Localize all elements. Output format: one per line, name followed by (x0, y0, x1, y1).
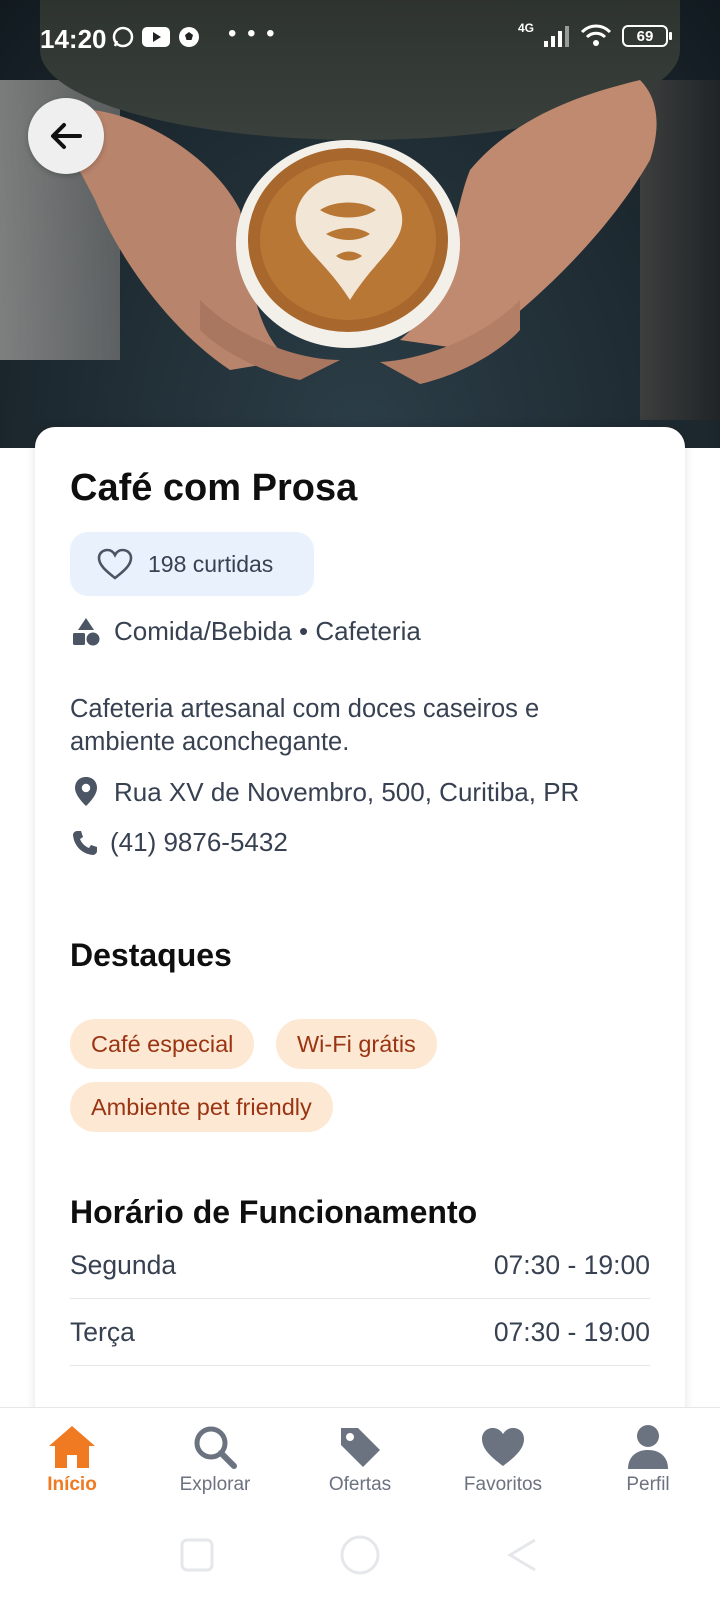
back-system-icon[interactable] (507, 1538, 536, 1572)
signal-icon (544, 26, 569, 47)
status-bar: 14:20 • • • 4G 69 (0, 0, 720, 78)
nav-item-explorar[interactable]: Explorar (155, 1420, 275, 1496)
battery-indicator: 69 (622, 25, 672, 47)
system-navigation-bar (0, 1520, 720, 1600)
home-icon (49, 1426, 95, 1468)
hours-row: Segunda 07:30 - 19:00 (70, 1233, 650, 1299)
highlight-chip: Café especial (70, 1019, 255, 1069)
hours-time: 07:30 - 19:00 (493, 1317, 650, 1347)
likes-button[interactable]: 198 curtidas (70, 532, 314, 596)
nav-label: Perfil (626, 1474, 670, 1495)
hours-row: Terça 07:30 - 19:00 (70, 1300, 650, 1366)
phone-icon (73, 830, 97, 855)
phone-text: (41) 9876-5432 (110, 827, 288, 857)
category-shapes-icon (73, 618, 100, 646)
arrow-left-icon (51, 123, 82, 149)
recent-apps-icon[interactable] (180, 1538, 214, 1572)
highlight-chip: Ambiente pet friendly (70, 1082, 333, 1132)
category-label: Comida/Bebida • Cafeteria (114, 615, 421, 646)
home-system-icon[interactable] (340, 1535, 380, 1575)
youtube-icon (142, 27, 170, 47)
hours-heading: Horário de Funcionamento (70, 1194, 478, 1230)
soccer-ball-icon (179, 27, 199, 47)
status-time: 14:20 (40, 24, 107, 54)
nav-label: Favoritos (463, 1474, 543, 1495)
nav-item-perfil[interactable]: Perfil (588, 1420, 708, 1496)
nav-item-ofertas[interactable]: Ofertas (300, 1420, 420, 1496)
tag-icon (341, 1428, 380, 1467)
place-description: Cafeteria artesanal com doces caseiros e… (70, 695, 540, 756)
address-row[interactable]: Rua XV de Novembro, 500, Curitiba, PR (70, 775, 579, 809)
address-text: Rua XV de Novembro, 500, Curitiba, PR (114, 776, 580, 807)
highlights-heading: Destaques (70, 937, 232, 973)
person-icon (628, 1425, 668, 1469)
bottom-navigation: Início Explorar Ofertas Favoritos Perfil (0, 1407, 720, 1519)
network-type: 4G (517, 21, 534, 35)
heart-icon (482, 1428, 524, 1466)
more-notifications-icon: • • • (228, 20, 277, 47)
category-row: Comida/Bebida • Cafeteria (70, 615, 421, 647)
hours-time: 07:30 - 19:00 (493, 1250, 650, 1280)
hours-day: Segunda (70, 1250, 177, 1280)
whatsapp-icon (112, 26, 134, 48)
search-icon (194, 1426, 237, 1469)
location-pin-icon (75, 777, 97, 806)
likes-count: 198 curtidas (148, 550, 274, 577)
place-detail-card: Café com Prosa 198 curtidas Comida/Bebid… (35, 427, 685, 1427)
nav-item-inicio[interactable]: Início (12, 1420, 132, 1496)
wifi-icon (580, 24, 612, 46)
hours-day: Terça (70, 1317, 135, 1347)
nav-label: Ofertas (328, 1474, 392, 1495)
phone-row[interactable]: (41) 9876-5432 (70, 827, 288, 858)
place-title: Café com Prosa (70, 467, 358, 509)
back-button[interactable] (28, 98, 104, 174)
nav-label: Início (47, 1474, 97, 1495)
heart-outline-icon (97, 548, 133, 580)
highlight-chip: Wi-Fi grátis (276, 1019, 437, 1069)
nav-label: Explorar (179, 1474, 251, 1495)
nav-item-favoritos[interactable]: Favoritos (443, 1420, 563, 1496)
